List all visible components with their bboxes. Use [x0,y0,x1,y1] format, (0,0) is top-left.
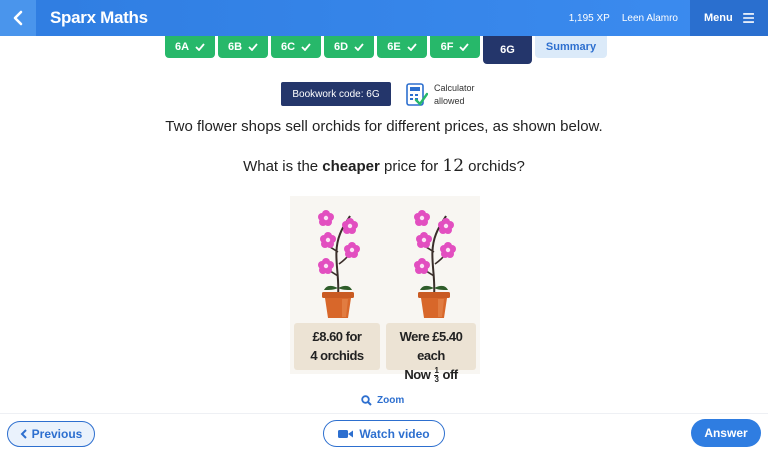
back-button[interactable] [0,0,36,36]
tab-label: 6C [280,41,296,53]
magnifier-icon [361,395,372,406]
tab-label: 6F [440,41,454,53]
tab-6f[interactable]: 6F [430,36,480,58]
calculator-icon [406,83,428,106]
calculator-label: Calculator [434,83,475,93]
menu-button[interactable]: Menu [690,0,768,36]
top-bar: Sparx Maths 1,195 XP Leen Alamro Menu [0,0,768,36]
hamburger-icon [742,13,754,23]
previous-label: Previous [31,427,83,441]
orchid-plant-image [290,196,480,322]
tab-label: Summary [545,41,597,53]
price-text: Were £5.40 each [399,329,463,363]
menu-label: Menu [704,12,733,24]
calculator-status: allowed [434,96,465,106]
answer-label: Answer [704,426,748,440]
discount-text: Now 13 off [386,365,476,384]
now-label: Now [404,367,431,382]
video-camera-icon [338,429,354,438]
prompt-text: price for [379,158,443,175]
divider [0,413,768,414]
tab-6d[interactable]: 6D [324,36,374,58]
watch-video-button[interactable]: Watch video [323,420,445,447]
app-title: Sparx Maths [50,8,148,27]
tab-6e[interactable]: 6E [377,36,427,58]
user-name: Leen Alamro [621,12,678,24]
fraction: 13 [434,367,439,385]
tab-label: 6B [227,41,243,53]
tab-6c[interactable]: 6C [271,36,321,58]
check-icon [407,43,417,51]
tab-6a[interactable]: 6A [165,36,215,58]
tab-label: 6D [333,41,349,53]
question-text: Two flower shops sell orchids for differ… [165,118,603,135]
zoom-label: Zoom [377,395,405,406]
tab-label: 6E [387,41,401,53]
tab-label: 6G [500,44,515,56]
bookwork-code: Bookwork code: 6G [281,82,391,106]
price-card-shop-1: £8.60 for 4 orchids [294,323,380,370]
previous-button[interactable]: Previous [7,421,95,447]
answer-button[interactable]: Answer [691,419,761,447]
prompt-number: 12 [442,156,465,176]
question-figure: £8.60 for 4 orchids Were £5.40 each Now … [290,196,480,384]
prompt-text: orchids? [464,158,525,175]
price-quantity: 4 orchids [310,348,364,363]
calculator-indicator: Calculator allowed [406,82,475,108]
task-tabs: 6A 6B 6C 6D 6E 6F 6G Summary [165,36,610,64]
zoom-button[interactable]: Zoom [361,395,404,406]
tab-label: 6A [174,41,190,53]
tab-summary[interactable]: Summary [535,36,607,58]
tab-6g[interactable]: 6G [483,36,532,64]
price-text: £8.60 for [312,329,362,344]
check-icon [301,43,311,51]
fraction-denominator: 3 [434,375,439,385]
prompt-text: What is the [243,158,323,175]
question-prompt: What is the cheaper price for 12 orchids… [0,156,768,176]
prompt-bold: cheaper [322,158,380,175]
xp-count: 1,195 XP [568,12,610,24]
check-icon [354,43,364,51]
check-icon [459,43,470,51]
check-icon [248,43,258,51]
tab-6b[interactable]: 6B [218,36,268,58]
chevron-left-icon [20,429,27,439]
chevron-left-icon [13,10,23,26]
off-label: off [442,367,459,382]
check-icon [195,43,205,51]
watch-video-label: Watch video [359,426,430,441]
price-card-shop-2: Were £5.40 each Now 13 off [386,323,476,384]
